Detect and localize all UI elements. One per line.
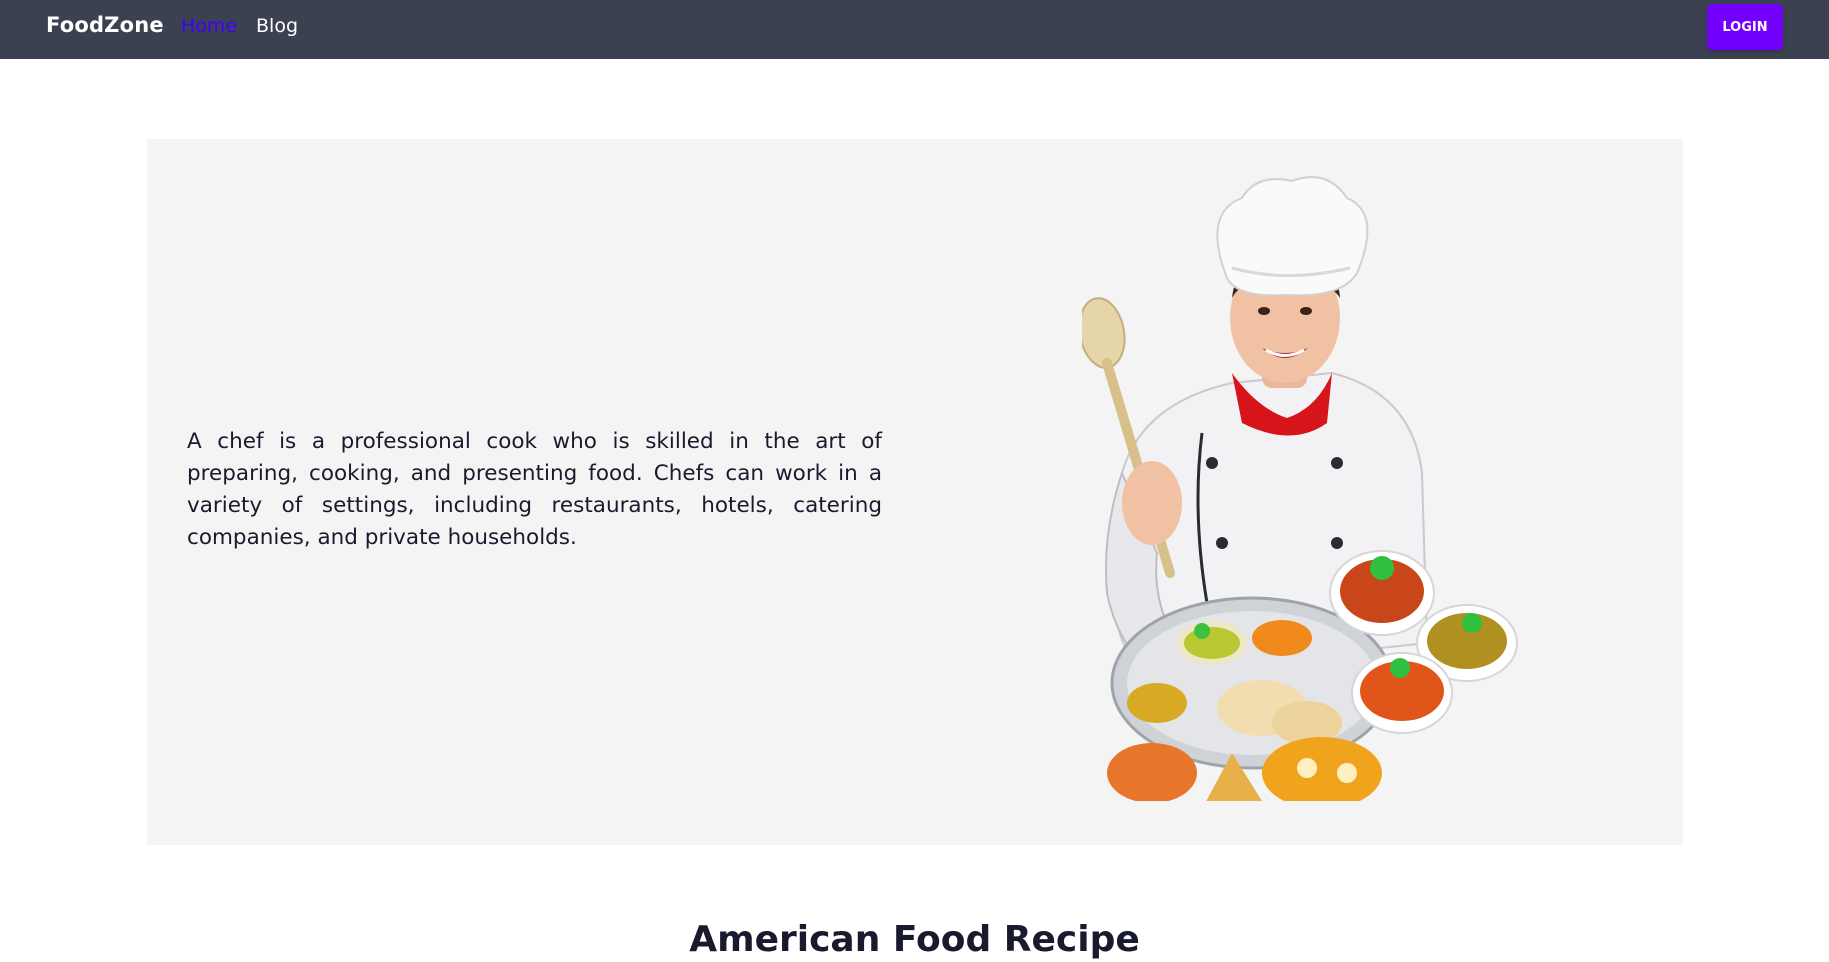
chef-with-food-image bbox=[1082, 176, 1518, 809]
top-navbar: FoodZone Home Blog LOGIN bbox=[0, 0, 1829, 59]
login-button[interactable]: LOGIN bbox=[1707, 4, 1783, 50]
brand-logo[interactable]: FoodZone bbox=[46, 13, 164, 37]
hero-description: A chef is a professional cook who is ski… bbox=[187, 429, 882, 550]
nav-link-home[interactable]: Home bbox=[181, 15, 237, 37]
nav-link-blog[interactable]: Blog bbox=[256, 15, 298, 37]
section-title: American Food Recipe bbox=[689, 919, 1140, 960]
hero-section: A chef is a professional cook who is ski… bbox=[147, 139, 1683, 845]
